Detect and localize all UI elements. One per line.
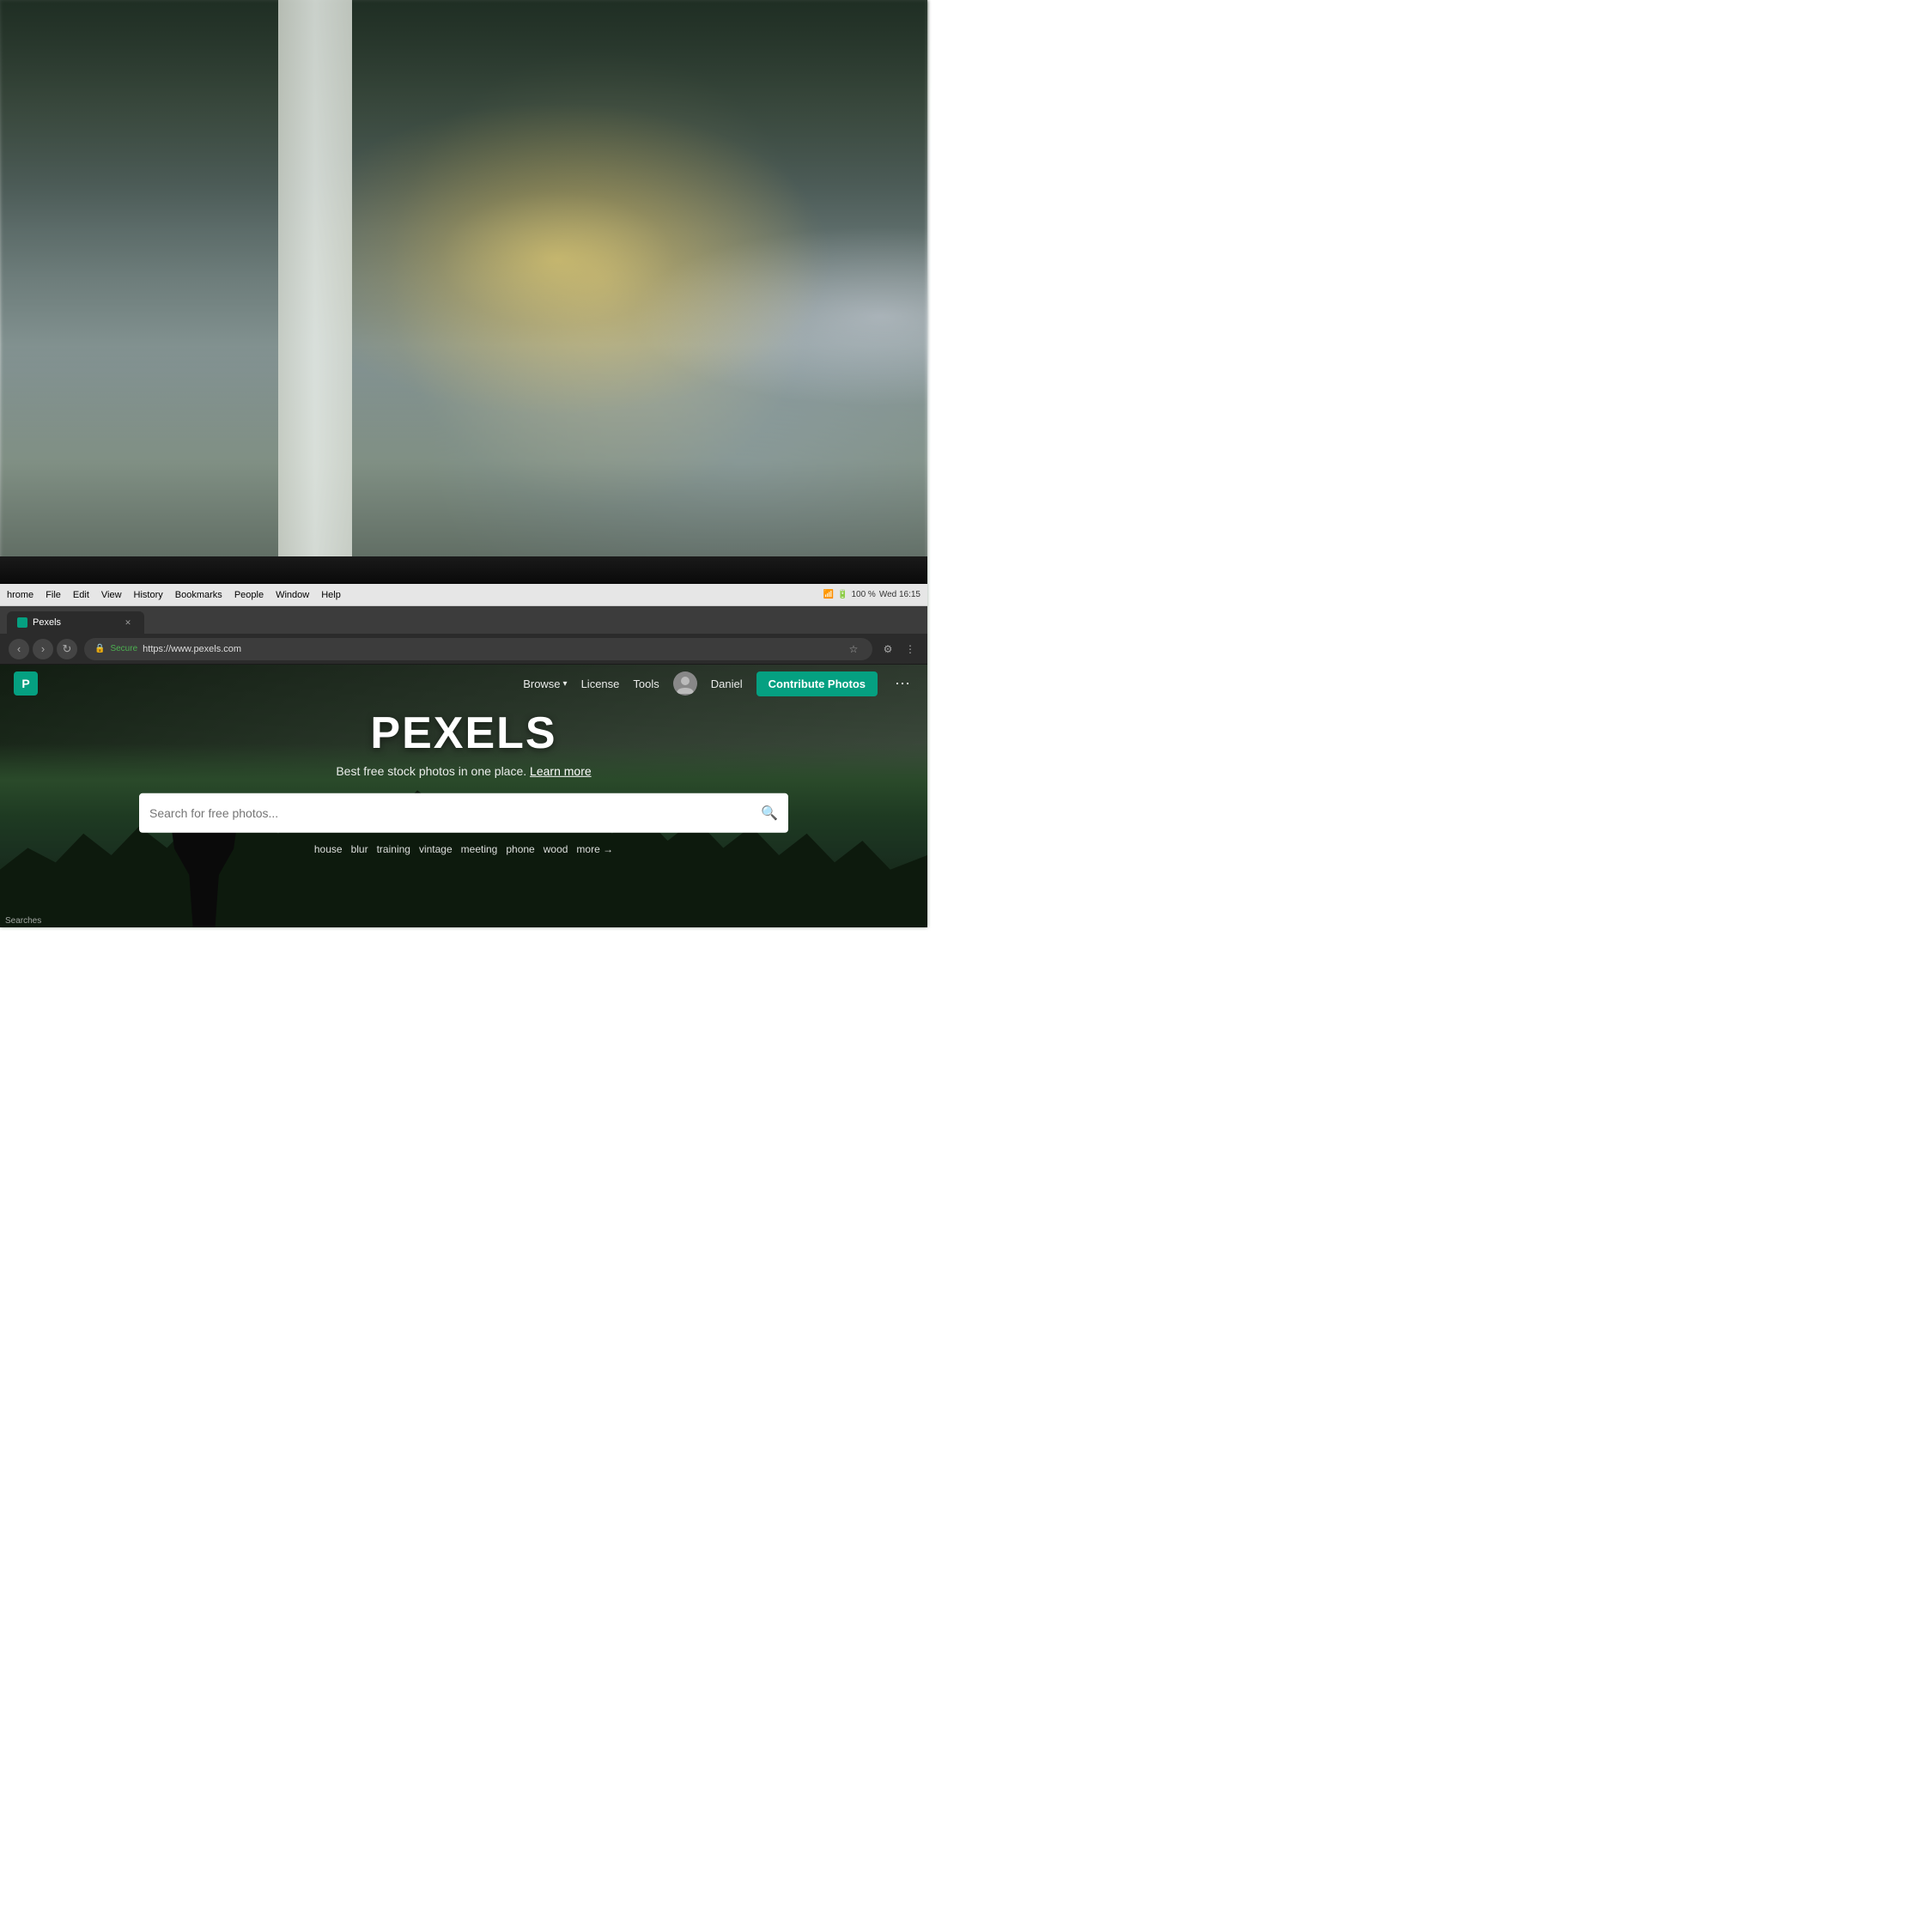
wifi-icon: 📶	[823, 590, 834, 599]
quick-tag-house[interactable]: house	[314, 843, 343, 855]
menu-people[interactable]: People	[234, 590, 264, 600]
menu-window[interactable]: Window	[276, 590, 309, 600]
toolbar-icons: ⚙ ⋮	[879, 641, 919, 658]
address-bar-container: ‹ › ↻ 🔒 Secure https://www.pexels.com ☆ …	[0, 634, 927, 665]
tab-title: Pexels	[33, 617, 61, 628]
tab-favicon	[17, 617, 27, 628]
learn-more-link[interactable]: Learn more	[530, 764, 592, 778]
menu-history[interactable]: History	[134, 590, 163, 600]
quick-tag-vintage[interactable]: vintage	[419, 843, 453, 855]
quick-tag-meeting[interactable]: meeting	[461, 843, 498, 855]
search-input[interactable]	[149, 806, 754, 820]
browse-link[interactable]: Browse	[523, 677, 567, 690]
quick-tag-wood[interactable]: wood	[544, 843, 568, 855]
extensions-icon[interactable]: ⚙	[879, 641, 896, 658]
pexels-logo-icon: P	[14, 671, 38, 696]
status-bar: 📶 🔋 100 % Wed 16:15	[823, 590, 920, 599]
background-overlay	[0, 0, 927, 575]
menu-edit[interactable]: Edit	[73, 590, 89, 600]
quick-tag-training[interactable]: training	[377, 843, 410, 855]
bottom-searches-label: Searches	[5, 916, 41, 926]
subtitle-text: Best free stock photos in one place.	[336, 764, 526, 778]
tools-link[interactable]: Tools	[633, 677, 659, 690]
battery-icon: 🔋	[837, 590, 848, 599]
active-tab[interactable]: Pexels ✕	[7, 611, 144, 634]
pexels-hero: P Browse License Tools Daniel Contribut	[0, 665, 927, 927]
address-bar[interactable]: 🔒 Secure https://www.pexels.com ☆	[84, 638, 872, 660]
license-link[interactable]: License	[581, 677, 620, 690]
search-container[interactable]: 🔍	[139, 793, 788, 833]
more-options-button[interactable]: ⋯	[891, 675, 914, 693]
address-bar-icons: ☆	[845, 641, 862, 658]
menu-bar-left: hrome File Edit View History Bookmarks P…	[7, 590, 341, 600]
quick-searches: house blur training vintage meeting phon…	[139, 843, 788, 855]
nav-buttons: ‹ › ↻	[9, 639, 77, 659]
hero-subtitle: Best free stock photos in one place. Lea…	[139, 764, 788, 778]
battery-percent: 100 %	[851, 590, 875, 599]
menu-icon[interactable]: ⋮	[902, 641, 919, 658]
secure-label: Secure	[110, 644, 137, 653]
menu-file[interactable]: File	[46, 590, 61, 600]
reload-button[interactable]: ↻	[57, 639, 77, 659]
quick-tag-phone[interactable]: phone	[506, 843, 534, 855]
menu-bar: hrome File Edit View History Bookmarks P…	[0, 584, 927, 606]
tab-close-button[interactable]: ✕	[122, 617, 134, 629]
tab-bar: Pexels ✕	[0, 606, 927, 634]
menu-view[interactable]: View	[101, 590, 122, 600]
time-display: Wed 16:15	[879, 590, 920, 599]
more-tags-link[interactable]: more →	[576, 843, 613, 855]
pexels-navbar: P Browse License Tools Daniel Contribut	[0, 665, 927, 702]
search-button[interactable]: 🔍	[761, 805, 778, 822]
lock-icon: 🔒	[94, 644, 105, 653]
pexels-title: PEXELS	[139, 708, 788, 759]
menu-app-name[interactable]: hrome	[7, 590, 33, 600]
menu-help[interactable]: Help	[321, 590, 341, 600]
nav-links: Browse License Tools Daniel Contribute P…	[523, 671, 914, 696]
forward-button[interactable]: ›	[33, 639, 53, 659]
url-display: https://www.pexels.com	[143, 644, 241, 654]
user-avatar[interactable]	[673, 671, 697, 696]
menu-bookmarks[interactable]: Bookmarks	[175, 590, 222, 600]
user-name-label: Daniel	[711, 677, 743, 690]
office-column	[278, 0, 352, 575]
browser-chrome: hrome File Edit View History Bookmarks P…	[0, 584, 927, 927]
website-content: P Browse License Tools Daniel Contribut	[0, 665, 927, 927]
contribute-photos-button[interactable]: Contribute Photos	[756, 671, 878, 696]
star-icon[interactable]: ☆	[845, 641, 862, 658]
pexels-logo[interactable]: P	[14, 671, 38, 696]
monitor-bezel	[0, 556, 927, 584]
hero-content: PEXELS Best free stock photos in one pla…	[139, 708, 788, 855]
quick-tag-blur[interactable]: blur	[351, 843, 368, 855]
back-button[interactable]: ‹	[9, 639, 29, 659]
